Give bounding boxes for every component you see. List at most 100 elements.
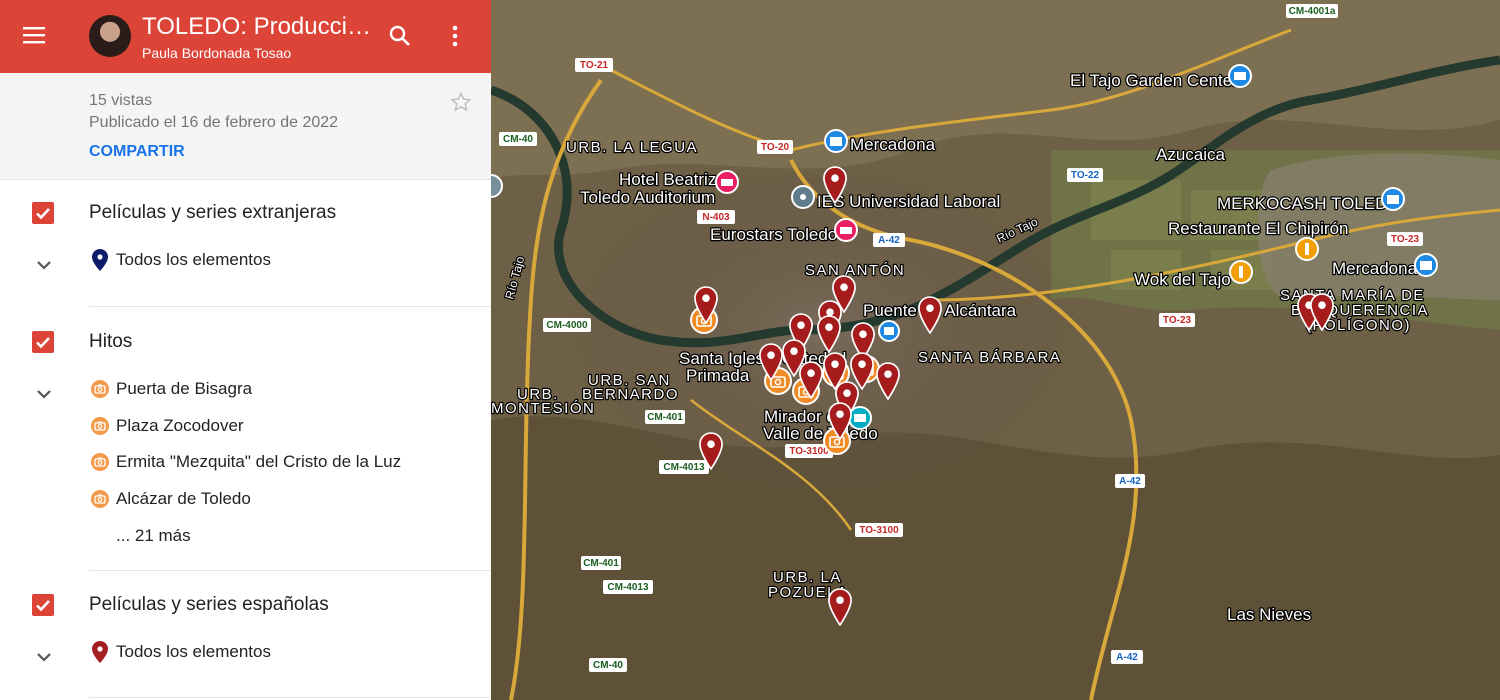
shopping-icon[interactable] [824,129,848,153]
map-author: Paula Bordonada Tosao [142,45,292,61]
road-shield: A-42 [873,233,905,247]
place-label: BERNARDO [582,386,679,403]
search-icon[interactable] [388,24,412,53]
svg-text:TO-21: TO-21 [580,60,609,71]
place-label: El Tajo Garden Center [1070,71,1238,90]
layer-item-label: Todos los elementos [116,250,271,269]
place-label: URB. LA LEGUA [566,139,698,156]
layer-checkbox-foreign-films[interactable] [32,202,54,224]
map-legend-panel: TOLEDO: Producciones audiovisuales Paula… [0,0,491,700]
place-label: Azucaica [1156,145,1226,164]
place-label: Toledo Auditorium [580,188,715,207]
landmark-label: Alcázar de Toledo [116,489,251,508]
shopping-icon[interactable] [878,320,900,342]
svg-text:CM-4000: CM-4000 [546,320,588,331]
app-header: TOLEDO: Producciones audiovisuales Paula… [0,0,491,73]
road-shield: TO-3100 [855,523,903,537]
place-label: MONTESIÓN [491,400,595,417]
road-shield: N-403 [697,210,735,224]
svg-text:TO-23: TO-23 [1391,234,1420,245]
place-label: Wok del Tajo [1134,270,1231,289]
road-shield: TO-21 [575,58,613,72]
place-label: Mercadona [1332,259,1418,278]
layer-checkbox-landmarks[interactable] [32,331,54,353]
svg-text:TO-3100: TO-3100 [789,446,829,457]
svg-text:A-42: A-42 [1116,652,1138,663]
road-shield: CM-401 [581,556,621,570]
landmark-item[interactable]: Plaza Zocodover [89,411,244,441]
road-shield: TO-22 [1067,168,1103,182]
layer-item-spanish-all[interactable]: Todos los elementos [89,637,271,667]
place-label: SAN ANTÓN [805,262,905,279]
landmark-item[interactable]: Puerta de Bisagra [89,374,252,404]
avatar [89,15,131,57]
layer-title-spanish-films: Películas y series españolas [89,594,329,615]
layer-checkbox-spanish-films[interactable] [32,594,54,616]
landmark-label: Plaza Zocodover [116,416,244,435]
place-label: Las Nieves [1227,605,1311,624]
road-shield: A-42 [1115,474,1145,488]
camera-icon [89,490,111,508]
road-shield: CM-401 [645,410,685,424]
road-shield: CM-40 [589,658,627,672]
road-shield: TO-23 [1387,232,1423,246]
place-label: Mercadona [850,135,936,154]
svg-text:CM-4013: CM-4013 [607,582,649,593]
road-shield: CM-40 [499,132,537,146]
svg-text:CM-4013: CM-4013 [663,462,705,473]
place-label: MERKOCASH TOLEDO [1217,194,1401,213]
chevron-down-icon[interactable] [36,650,52,668]
road-shield: TO-23 [1159,313,1195,327]
place-label: SANTA BÁRBARA [918,349,1061,366]
garden-center-icon[interactable] [1228,64,1252,88]
pin-navy-icon [89,249,111,271]
menu-icon[interactable] [23,25,47,50]
landmark-item[interactable]: Ermita "Mezquita" del Cristo de la Luz [89,447,401,477]
chevron-down-icon[interactable] [36,258,52,276]
landmark-item[interactable]: Alcázar de Toledo [89,484,251,514]
svg-text:CM-40: CM-40 [593,660,623,671]
layer-item-foreign-all[interactable]: Todos los elementos [89,245,271,275]
landmark-label: Puerta de Bisagra [116,379,253,398]
svg-text:CM-401: CM-401 [647,412,683,423]
star-outline-icon[interactable] [450,91,472,118]
place-label: IES Universidad Laboral [817,192,1000,211]
place-label: Restaurante El Chipirón [1168,219,1348,238]
restaurant-icon[interactable] [1295,237,1319,261]
share-button[interactable]: COMPARTIR [89,143,185,161]
map-info: 15 vistas Publicado el 16 de febrero de … [0,73,491,180]
more-vert-icon[interactable] [451,25,459,52]
published-date: Publicado el 16 de febrero de 2022 [89,114,339,131]
svg-text:A-42: A-42 [878,235,900,246]
chevron-down-icon[interactable] [36,387,52,405]
road-shield: CM-4000 [543,318,591,332]
svg-text:TO-23: TO-23 [1163,315,1192,326]
place-label: Hotel Beatriz [619,170,716,189]
restaurant-icon[interactable] [1229,260,1253,284]
place-label: Eurostars Toledo [710,225,837,244]
divider [89,306,491,307]
view-count: 15 vistas [89,92,153,109]
camera-icon [89,417,111,435]
school-icon[interactable] [791,185,815,209]
svg-text:CM-40: CM-40 [503,134,533,145]
svg-text:N-403: N-403 [702,212,730,223]
svg-text:CM-401: CM-401 [583,558,619,569]
more-items-link[interactable]: ... 21 más [116,526,191,546]
svg-text:A-42: A-42 [1119,476,1141,487]
layer-title-foreign-films: Películas y series extranjeras [89,202,337,223]
shopping-icon[interactable] [1381,187,1405,211]
hills-south [491,416,1500,700]
camera-icon [89,380,111,398]
satellite-map[interactable]: CM-4001a TO-21 CM-40 TO-20 TO-22 N-403 A… [491,0,1500,700]
svg-text:CM-4001a: CM-4001a [1289,6,1336,17]
landmark-label: Ermita "Mezquita" del Cristo de la Luz [116,452,402,471]
hotel-icon[interactable] [834,218,858,242]
shopping-icon[interactable] [1414,253,1438,277]
map-title: TOLEDO: Producciones audiovisuales [142,13,374,40]
svg-text:TO-22: TO-22 [1071,170,1100,181]
place-label: Primada [686,366,750,385]
hotel-icon[interactable] [715,170,739,194]
divider [89,697,491,698]
road-shield: CM-4001a [1286,4,1338,18]
